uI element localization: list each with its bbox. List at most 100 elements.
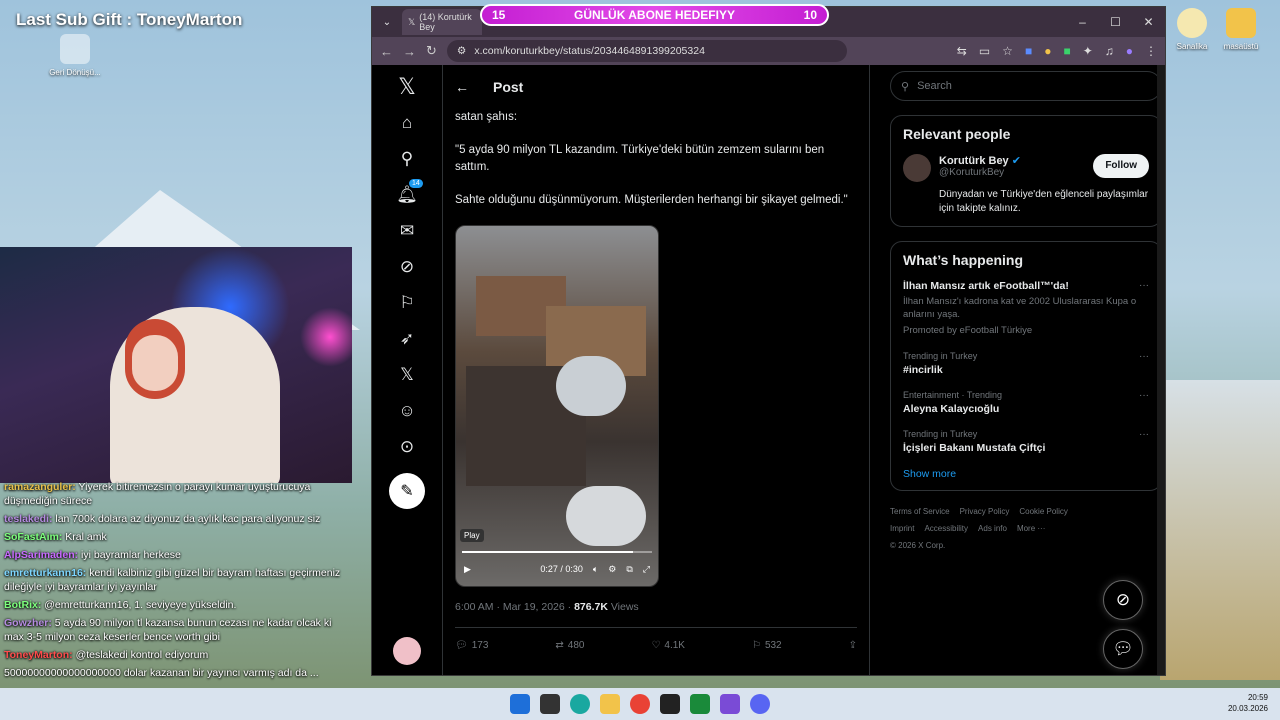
trend-name: Aleyna Kalaycıoğlu <box>903 403 1000 415</box>
notifications-icon[interactable]: 🔔︎ 14 <box>389 177 425 213</box>
chat-username[interactable]: teslakedi: <box>4 513 52 525</box>
desktop-folder-icon[interactable]: masaüstü <box>1211 8 1271 51</box>
messages-fab-icon[interactable]: 💬︎ <box>1103 629 1143 669</box>
chat-text: @teslakedi kontrol ediyorum <box>75 649 209 661</box>
chrome-icon[interactable] <box>630 694 650 714</box>
extensions-icon[interactable]: ✦ <box>1083 44 1093 58</box>
bookmark-button[interactable]: ⚐ 532 <box>752 640 782 651</box>
video-player[interactable]: Play ▶ 0:27 / 0:30 🔈︎ ⚙ ⧉ ⤢ <box>455 225 659 587</box>
chat-username[interactable]: SoFastAim: <box>4 531 62 543</box>
compose-post-button[interactable]: ✎ <box>389 473 425 509</box>
reload-icon[interactable]: ↻ <box>426 43 437 59</box>
browser-tab[interactable]: 𝕏 (14) Korutürk Bey <box>402 9 482 35</box>
settings-icon[interactable]: ⚙ <box>608 564 616 575</box>
start-icon[interactable] <box>510 694 530 714</box>
tab-list-icon[interactable]: ⌄ <box>372 17 402 28</box>
footer-link[interactable]: Imprint <box>890 524 914 533</box>
kick-icon[interactable] <box>690 694 710 714</box>
site-info-icon[interactable]: ⚙ <box>457 45 466 57</box>
account-avatar[interactable] <box>393 637 421 665</box>
profile-name[interactable]: Korutürk Bey <box>939 155 1009 167</box>
app-icon[interactable] <box>660 694 680 714</box>
recycle-bin-icon[interactable]: Geri Dönüşü... <box>45 34 105 77</box>
x-logo-icon[interactable]: 𝕏 <box>389 69 425 105</box>
minimize-icon[interactable]: – <box>1066 15 1099 29</box>
file-explorer-icon[interactable] <box>600 694 620 714</box>
play-icon[interactable]: ▶ <box>464 564 471 575</box>
close-icon[interactable]: ✕ <box>1132 15 1165 29</box>
trend-more-icon[interactable]: ··· <box>1139 351 1149 362</box>
chat-username[interactable]: emretturkann16: <box>4 567 86 579</box>
pip-icon[interactable]: ⧉ <box>626 564 632 575</box>
repost-button[interactable]: ⇄ 480 <box>555 640 584 651</box>
search-input[interactable]: ⚲ Search <box>890 71 1162 101</box>
footer-link[interactable]: Accessibility <box>924 524 968 533</box>
bookmark-star-icon[interactable]: ☆ <box>1002 44 1013 58</box>
bookmarks-icon[interactable]: ⚐ <box>389 285 425 321</box>
profile-nav-icon[interactable]: ☺ <box>389 393 425 429</box>
browser-window: ⌄ 𝕏 (14) Korutürk Bey – ☐ ✕ ← → ↻ ⚙ x.co… <box>371 6 1166 676</box>
chat-username[interactable]: Gowzher: <box>4 617 52 629</box>
premium-icon[interactable]: 𝕏 <box>389 357 425 393</box>
trend-more-icon[interactable]: ··· <box>1139 280 1149 291</box>
follow-button[interactable]: Follow <box>1093 154 1149 178</box>
post-text: satan şahıs: "5 ayda 90 milyon TL kazand… <box>443 109 869 209</box>
footer-link[interactable]: More ··· <box>1017 524 1045 533</box>
footer-link[interactable]: © 2026 X Corp. <box>890 541 945 550</box>
task-view-icon[interactable] <box>540 694 560 714</box>
chat-username[interactable]: AlpSarimaden: <box>4 549 78 561</box>
post-timestamp[interactable]: 6:00 AM · Mar 19, 2026 · <box>455 601 574 613</box>
back-arrow-icon[interactable]: ← <box>455 79 469 95</box>
avatar[interactable] <box>903 154 931 182</box>
menu-icon[interactable]: ⋮ <box>1145 44 1157 58</box>
more-icon[interactable]: ⊙ <box>389 429 425 465</box>
trend-item[interactable]: Trending in Turkey #incirlik ··· <box>903 351 1149 376</box>
show-more-link[interactable]: Show more <box>903 468 1149 480</box>
trend-more-icon[interactable]: ··· <box>1139 429 1149 440</box>
media-icon[interactable]: ♫ <box>1105 44 1114 58</box>
extension-2-icon[interactable]: ● <box>1044 44 1051 58</box>
fullscreen-icon[interactable]: ⤢ <box>643 564 650 575</box>
like-button[interactable]: ♡ 4.1K <box>651 640 685 651</box>
trend-item[interactable]: İlhan Mansız artık eFootball™'da! İlhan M… <box>903 280 1149 337</box>
home-icon[interactable]: ⌂ <box>389 105 425 141</box>
extension-3-icon[interactable]: ■ <box>1063 44 1070 58</box>
cast-icon[interactable]: ▭ <box>979 44 990 58</box>
translate-icon[interactable]: ⇆ <box>957 44 967 58</box>
trend-item[interactable]: Trending in Turkey İçişleri Bakanı Mustaf… <box>903 429 1149 454</box>
back-icon[interactable]: ← <box>380 44 393 59</box>
chat-text: @emretturkann16, 1. seviyeye yükseldin. <box>44 599 237 611</box>
volume-icon[interactable]: 🔈︎ <box>593 564 598 575</box>
messages-icon[interactable]: ✉ <box>389 213 425 249</box>
profile-handle: @KoruturkBey <box>939 167 1005 178</box>
trend-name: İlhan Mansız artık eFootball™'da! <box>903 280 1069 292</box>
chat-username[interactable]: ToneyMarton: <box>4 649 73 661</box>
url-field[interactable]: ⚙ x.com/koruturkbey/status/2034464891399… <box>446 40 847 62</box>
goal-current: 15 <box>492 8 506 22</box>
trend-more-icon[interactable]: ··· <box>1139 390 1149 401</box>
share-icon[interactable]: ⇪ <box>849 640 857 651</box>
profile-icon[interactable]: ● <box>1126 44 1133 58</box>
maximize-icon[interactable]: ☐ <box>1099 15 1132 29</box>
reply-button[interactable]: 💬︎ 173 <box>455 640 488 651</box>
explore-icon[interactable]: ⚲ <box>389 141 425 177</box>
grok-fab-icon[interactable]: ⊘ <box>1103 580 1143 620</box>
trend-item[interactable]: Entertainment · Trending Aleyna Kalaycıoğ… <box>903 390 1149 415</box>
repost-icon: ⇄ <box>555 640 564 651</box>
taskbar <box>0 688 1280 720</box>
discord-icon[interactable] <box>750 694 770 714</box>
chat-username[interactable]: ramazanguler: <box>4 481 76 493</box>
forward-icon[interactable]: → <box>403 44 416 59</box>
views-count: 876.7K <box>574 601 608 613</box>
footer-link[interactable]: Ads info <box>978 524 1007 533</box>
footer-link[interactable]: Cookie Policy <box>1019 507 1067 516</box>
extension-1-icon[interactable]: ■ <box>1025 44 1032 58</box>
scrollbar[interactable] <box>1157 65 1165 675</box>
grok-icon[interactable]: ⊘ <box>389 249 425 285</box>
footer-link[interactable]: Terms of Service <box>890 507 950 516</box>
chat-username[interactable]: BotRix: <box>4 599 41 611</box>
footer-link[interactable]: Privacy Policy <box>960 507 1010 516</box>
edge-icon[interactable] <box>570 694 590 714</box>
jobs-icon[interactable]: ➶ <box>389 321 425 357</box>
twitch-icon[interactable] <box>720 694 740 714</box>
